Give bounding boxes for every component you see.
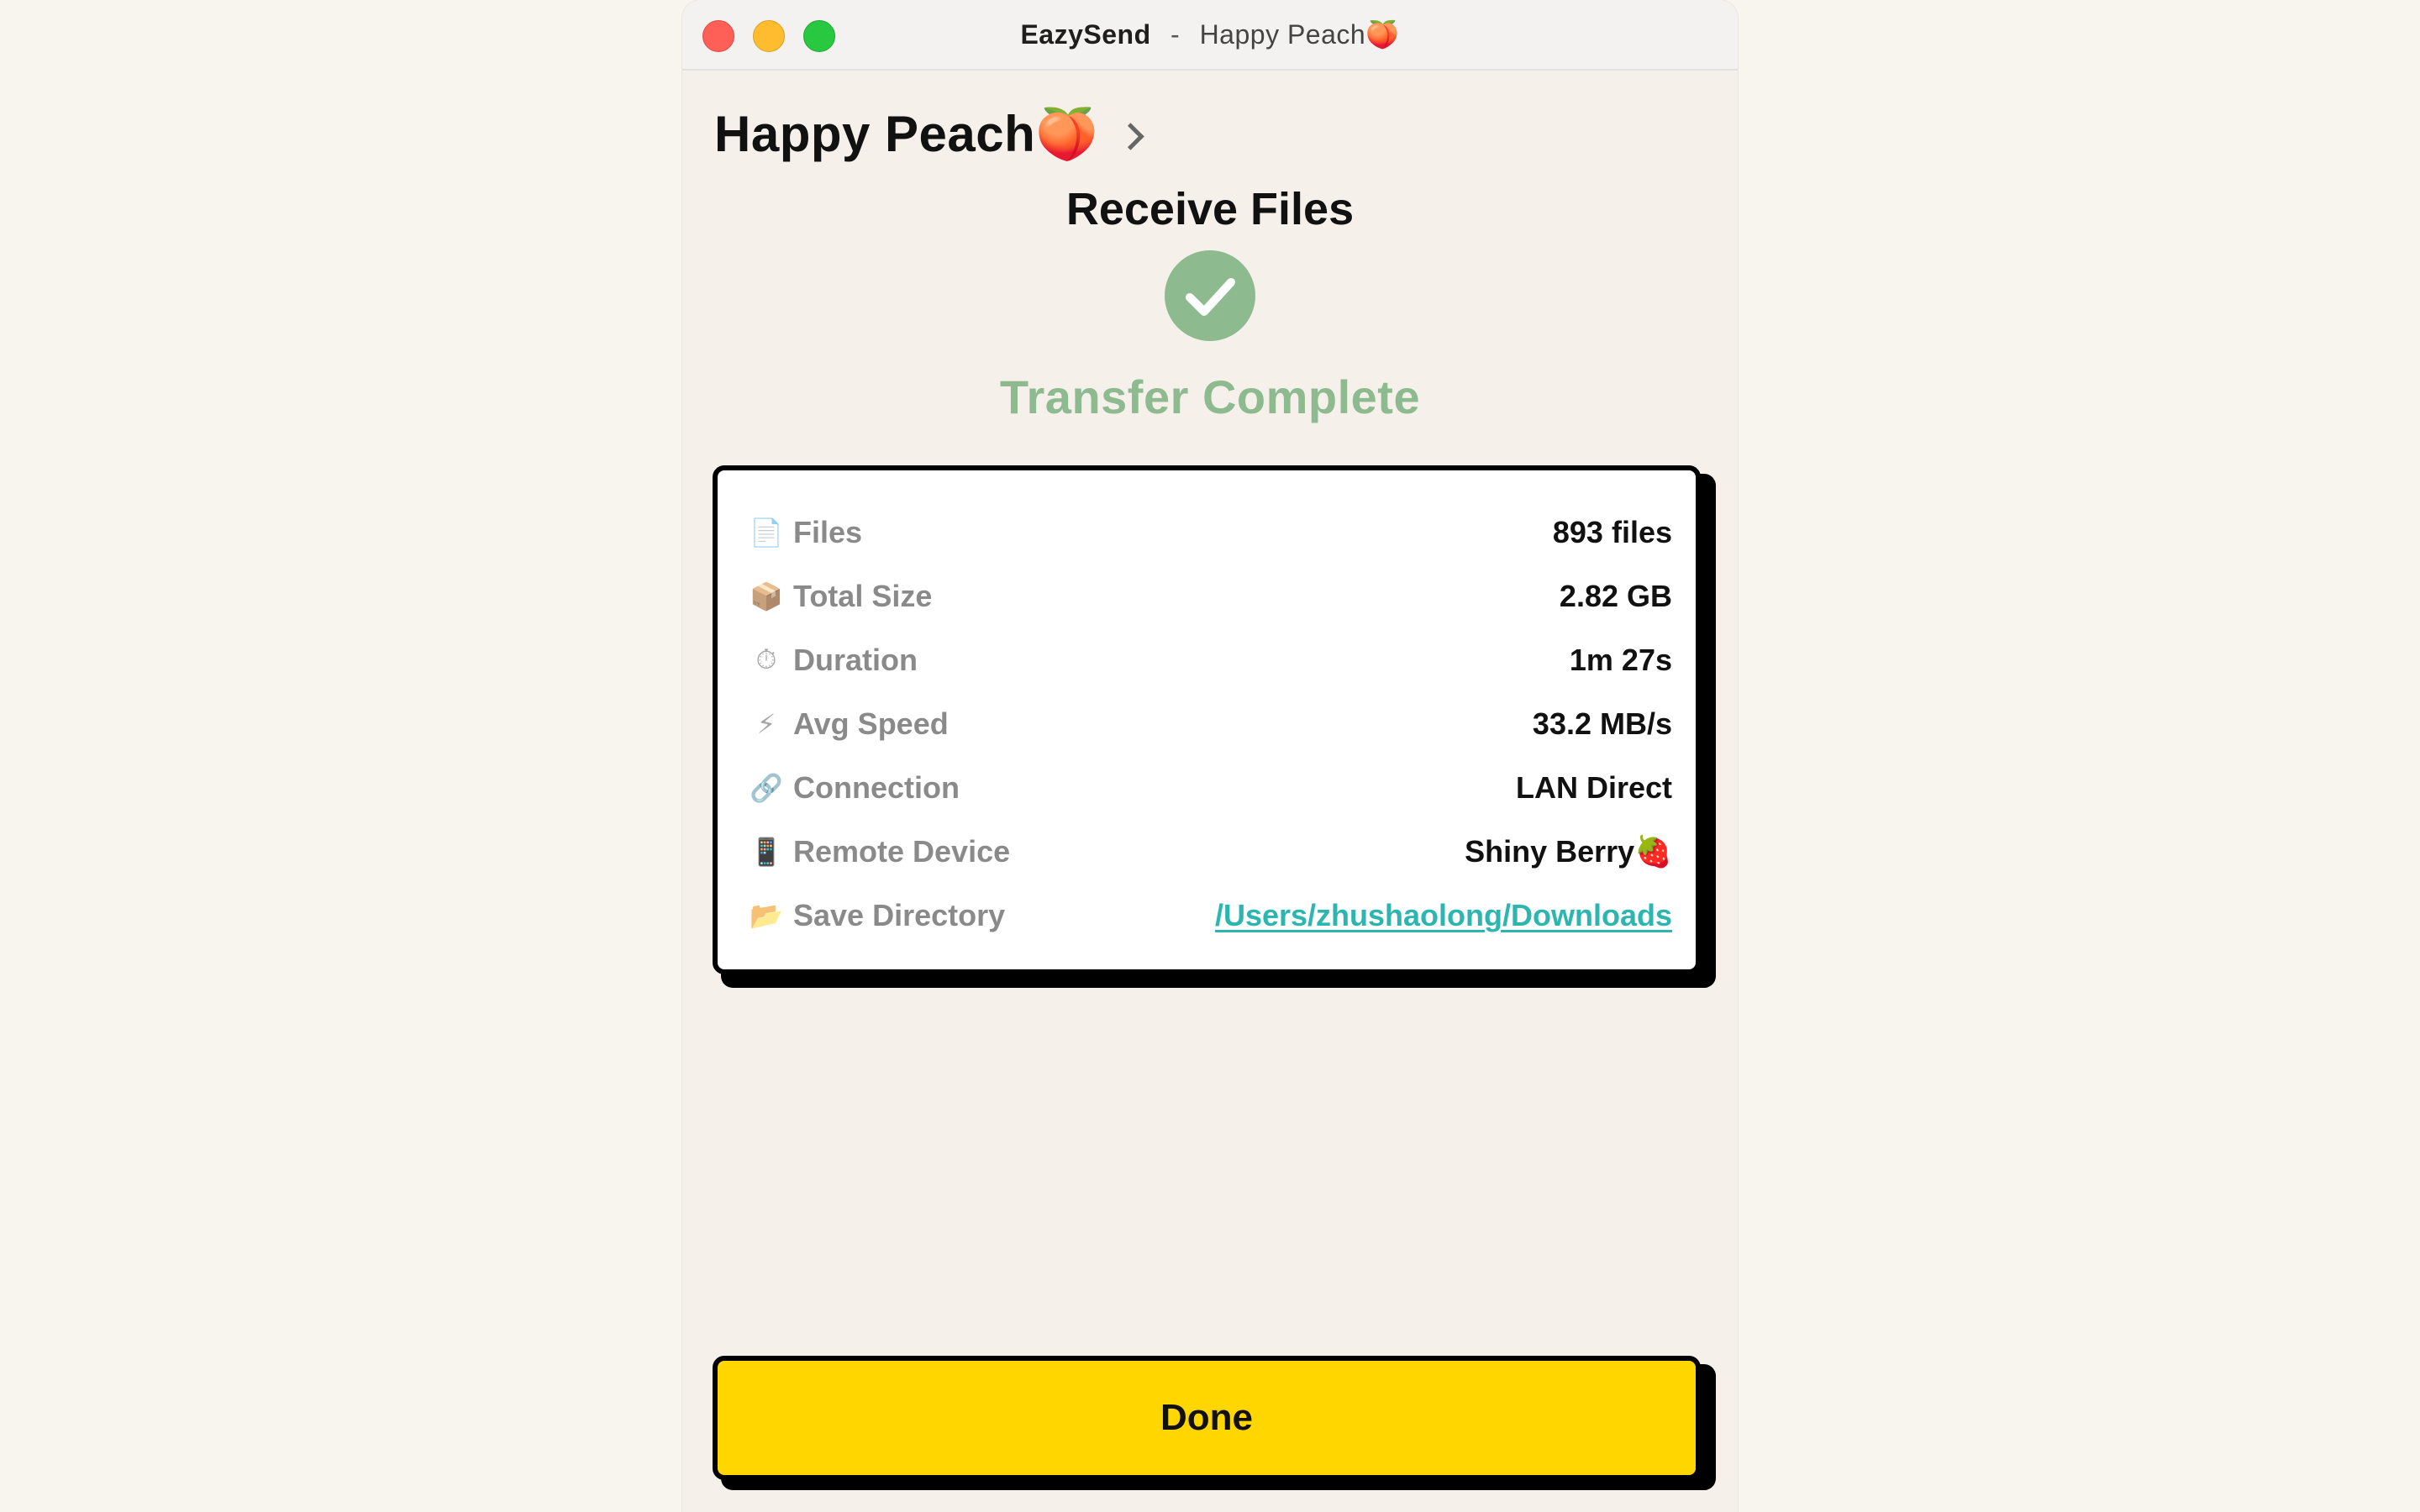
app-window: EazySend - Happy Peach🍑 Happy Peach🍑 Rec…	[682, 0, 1738, 1512]
stat-label: Files	[793, 515, 863, 549]
stat-value: 1m 27s	[1569, 643, 1672, 677]
device-name: Happy Peach🍑	[714, 106, 1099, 162]
page-title: Receive Files	[1065, 184, 1355, 234]
window-title: EazySend - Happy Peach🍑	[682, 18, 1738, 50]
stat-label: Connection	[793, 770, 960, 805]
package-icon: 📦	[750, 581, 783, 612]
stat-value: LAN Direct	[1515, 770, 1672, 805]
stat-row-files: 📄 Files 893 files	[748, 501, 1672, 564]
stat-value: 33.2 MB/s	[1532, 706, 1672, 741]
transfer-status: Transfer Complete	[999, 370, 1421, 423]
stat-value: 893 files	[1552, 515, 1672, 549]
window-title-app: EazySend	[1020, 19, 1151, 50]
save-directory-link[interactable]: /Users/zhushaolong/Downloads	[1215, 898, 1672, 933]
link-icon: 🔗	[750, 773, 783, 803]
window-title-separator: -	[1171, 19, 1181, 50]
stat-row-remote-device: 📱 Remote Device Shiny Berry🍓	[748, 820, 1672, 884]
phone-icon: 📱	[750, 837, 783, 867]
window-title-device: Happy Peach🍑	[1199, 19, 1400, 50]
stat-label: Total Size	[793, 579, 933, 613]
stat-row-total-size: 📦 Total Size 2.82 GB	[748, 564, 1672, 628]
stat-row-avg-speed: ⚡ Avg Speed 33.2 MB/s	[748, 692, 1672, 756]
stat-label: Duration	[793, 643, 918, 677]
stat-label: Avg Speed	[793, 706, 949, 741]
stopwatch-icon: ⏱	[755, 644, 777, 675]
stat-label: Save Directory	[793, 898, 1006, 932]
stat-row-connection: 🔗 Connection LAN Direct	[748, 756, 1672, 820]
stat-row-save-directory: 📂 Save Directory /Users/zhushaolong/Down…	[748, 884, 1672, 948]
device-header-link[interactable]: Happy Peach🍑	[714, 104, 1144, 164]
stat-label: Remote Device	[793, 834, 1011, 869]
stat-value: 2.82 GB	[1559, 579, 1672, 613]
folder-icon: 📂	[750, 900, 783, 931]
file-icon: 📄	[750, 517, 783, 548]
chevron-right-icon	[1116, 123, 1144, 150]
check-circle-icon	[1165, 250, 1255, 341]
title-bar: EazySend - Happy Peach🍑	[682, 0, 1738, 71]
stat-row-duration: ⏱ Duration 1m 27s	[748, 628, 1672, 692]
stat-value: Shiny Berry🍓	[1465, 834, 1672, 869]
transfer-stats-card: 📄 Files 893 files 📦 Total Size 2.82 GB ⏱…	[713, 465, 1701, 974]
done-button[interactable]: Done	[713, 1356, 1701, 1480]
lightning-icon: ⚡	[756, 709, 776, 739]
